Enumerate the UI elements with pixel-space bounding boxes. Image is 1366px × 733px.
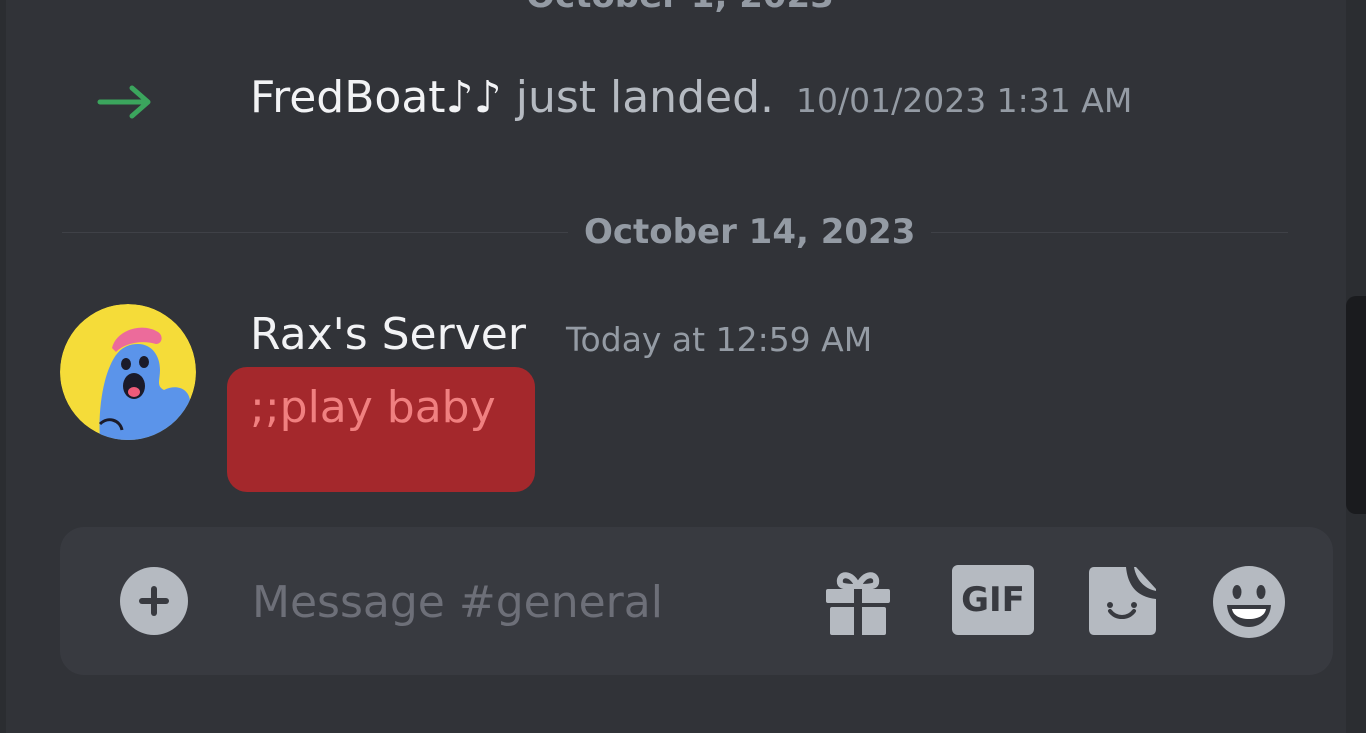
join-arrow-icon [96, 82, 156, 126]
emoji-button[interactable] [1210, 565, 1288, 643]
scrollbar-track[interactable] [1346, 0, 1366, 733]
sticker-button[interactable] [1088, 565, 1158, 641]
join-message-text: FredBoat♪♪ just landed. 10/01/2023 1:31 … [250, 70, 1132, 129]
join-system-message: FredBoat♪♪ just landed. 10/01/2023 1:31 … [0, 60, 1300, 140]
sticker-icon [1088, 567, 1158, 641]
message-content: ;;play baby [250, 382, 496, 433]
date-divider: October 14, 2023 [62, 212, 1288, 252]
emoji-icon [1210, 566, 1288, 643]
message-author[interactable]: Rax's Server [250, 306, 526, 364]
message-timestamp[interactable]: Today at 12:59 AM [566, 320, 872, 360]
join-username-link[interactable]: FredBoat♪♪ [250, 72, 502, 123]
previous-date-divider-label: October 1, 2023 [470, 0, 890, 16]
gift-icon [822, 572, 894, 641]
chat-message: Rax's Server Today at 12:59 AM ;;play ba… [0, 300, 1300, 500]
gif-icon: GIF [952, 565, 1034, 635]
join-phrase: just landed. [515, 72, 774, 123]
message-composer: GIF [60, 527, 1333, 675]
message-input[interactable] [250, 565, 794, 639]
scrollbar-thumb[interactable] [1346, 296, 1366, 514]
avatar-image [60, 304, 196, 440]
gift-button[interactable] [822, 565, 894, 641]
date-divider-label: October 14, 2023 [568, 212, 932, 252]
chat-view: October 1, 2023 FredBoat♪♪ just landed. … [0, 0, 1366, 733]
avatar[interactable] [60, 304, 196, 440]
join-timestamp[interactable]: 10/01/2023 1:31 AM [796, 81, 1132, 120]
plus-circle-icon[interactable] [120, 567, 188, 635]
